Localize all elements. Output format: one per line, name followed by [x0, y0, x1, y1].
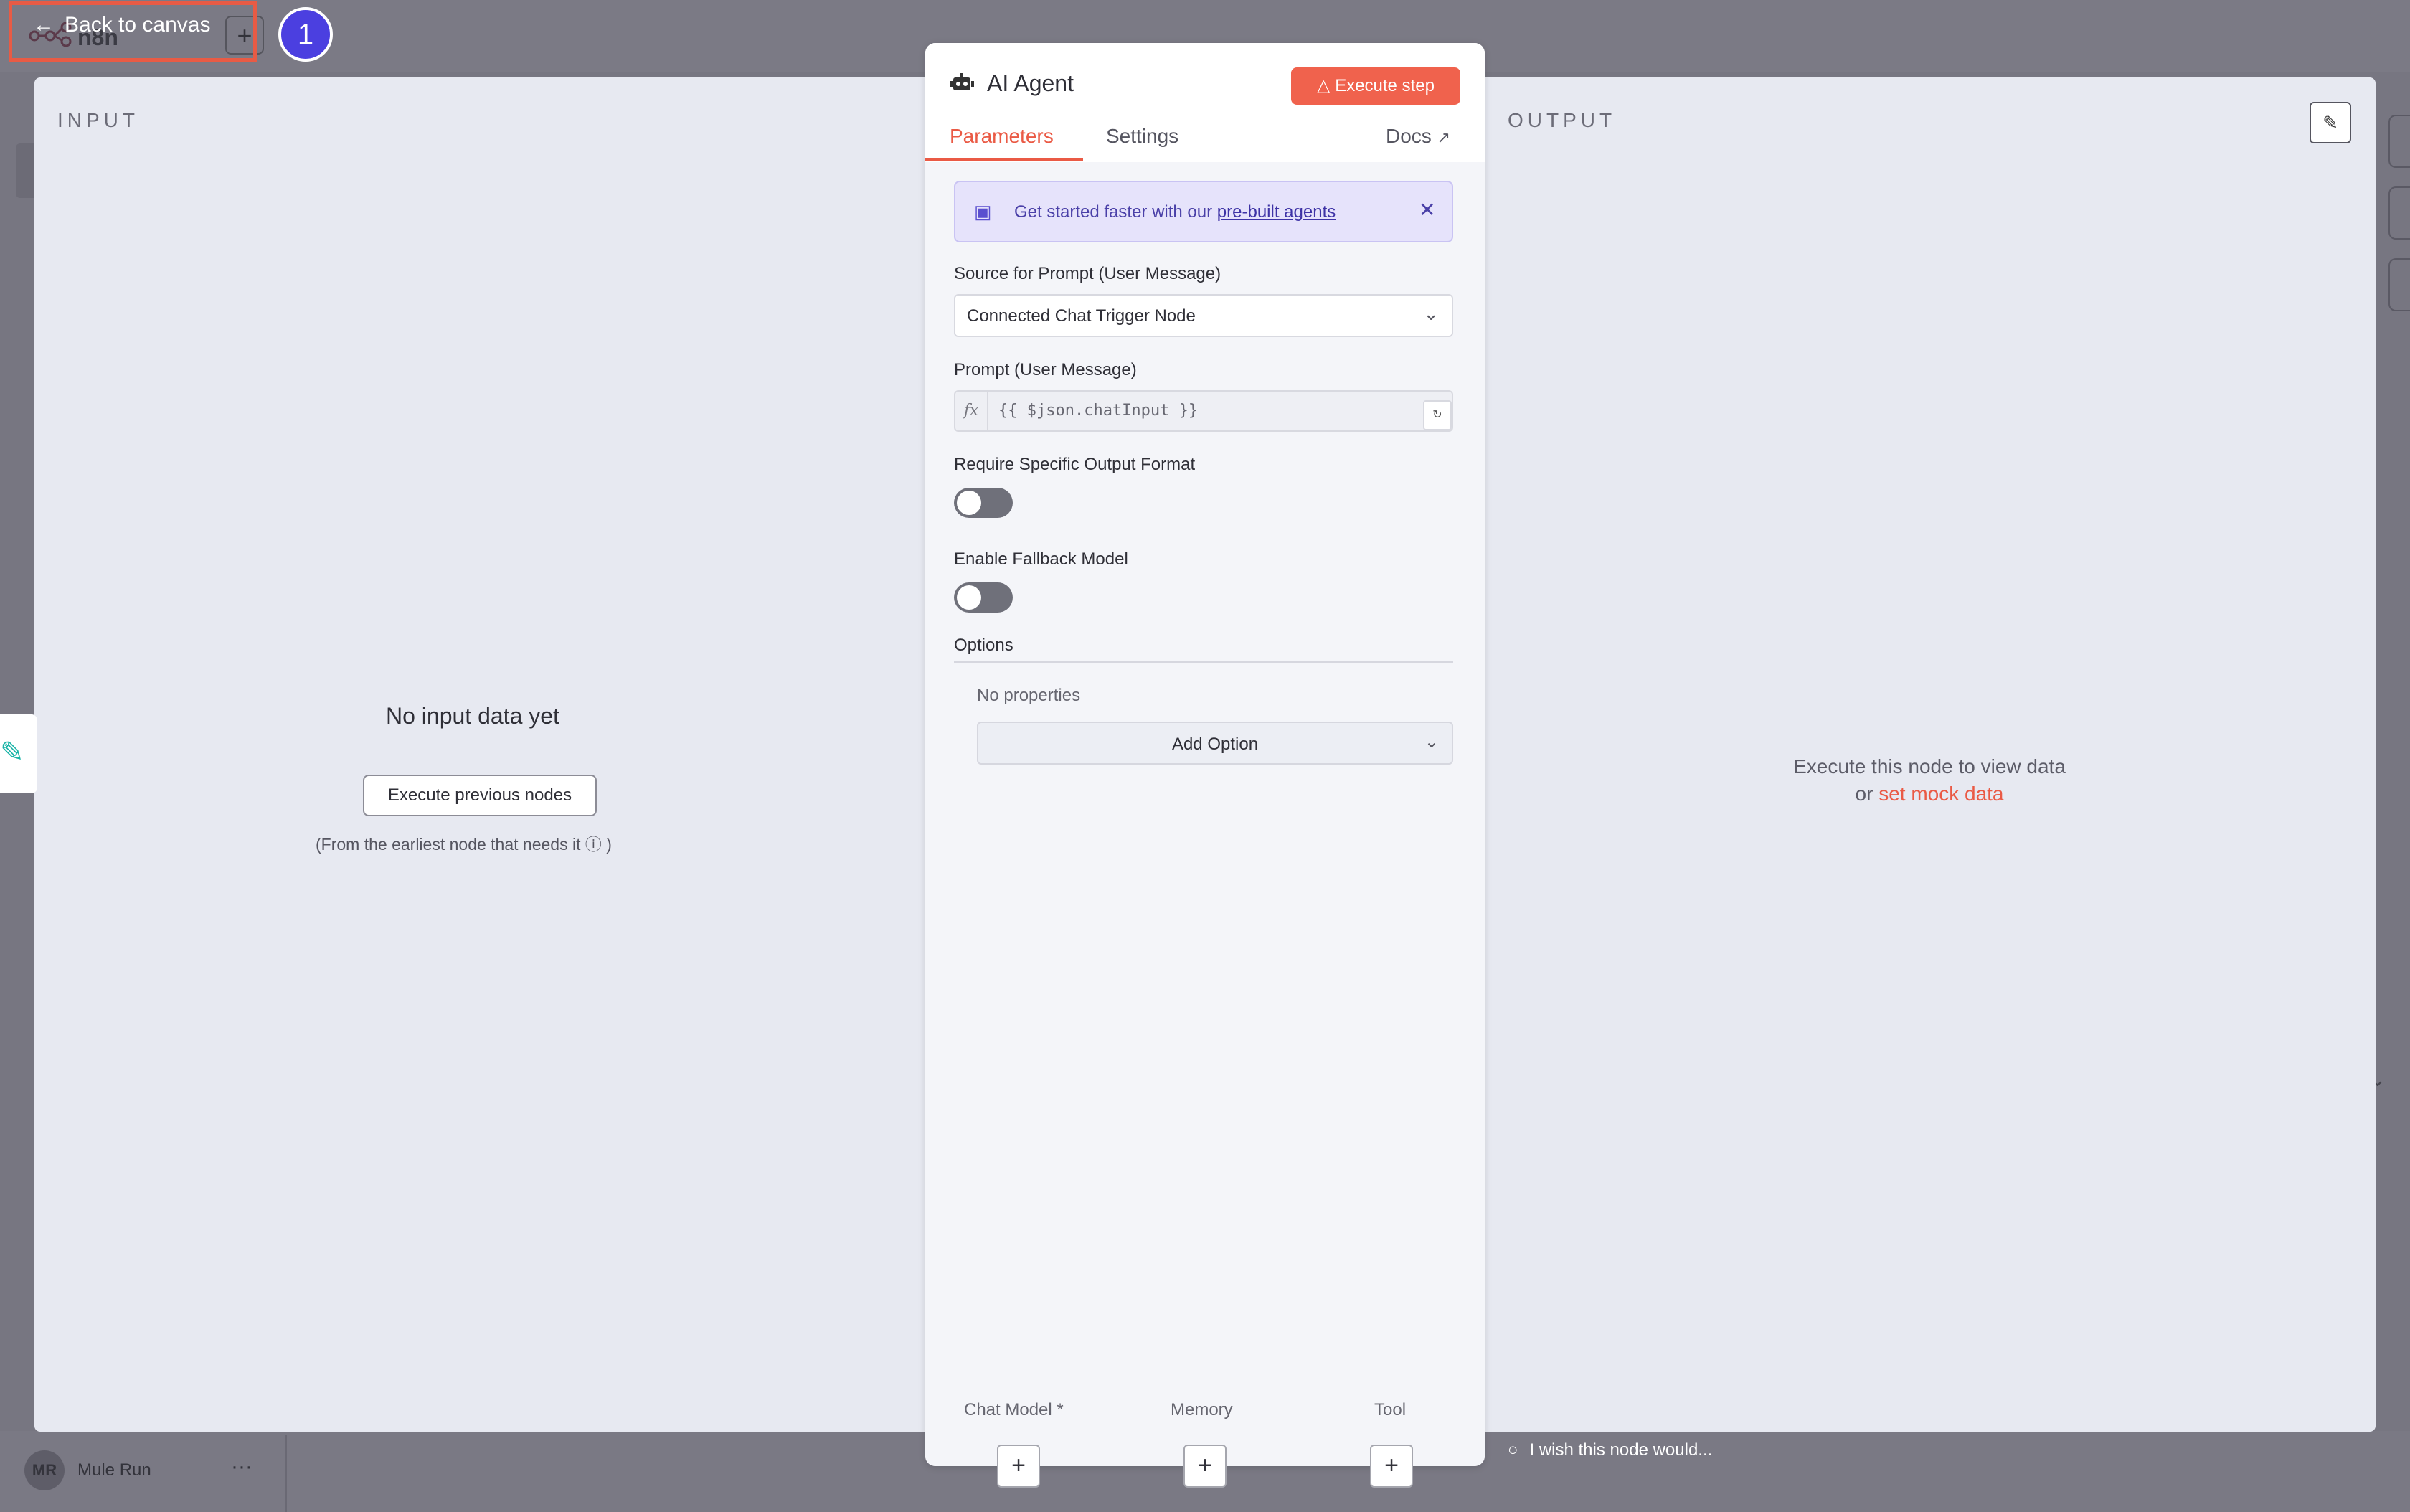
tab-parameters[interactable]: Parameters — [950, 125, 1054, 148]
toggle-knob — [957, 491, 981, 515]
toggle-knob — [957, 585, 981, 610]
background-side-button — [2388, 115, 2410, 168]
sidebar-divider — [285, 1435, 287, 1512]
highlight-box — [9, 1, 257, 62]
source-prompt-value: Connected Chat Trigger Node — [967, 306, 1196, 326]
execute-previous-nodes-button[interactable]: Execute previous nodes — [363, 775, 597, 816]
execute-step-button[interactable]: △ Execute step — [1291, 67, 1460, 105]
input-hint-close: ) — [606, 835, 612, 854]
prebuilt-agents-link[interactable]: pre-built agents — [1217, 202, 1336, 222]
options-divider — [954, 661, 1453, 663]
input-hint: (From the earliest node that needs it ⓘ … — [316, 831, 612, 855]
feedback-link[interactable]: ○ I wish this node would... — [1508, 1440, 1712, 1460]
no-input-heading: No input data yet — [386, 703, 559, 729]
tab-settings[interactable]: Settings — [1106, 125, 1178, 148]
node-body — [925, 162, 1485, 1466]
tool-label: Tool — [1374, 1400, 1407, 1419]
background-side-button — [2388, 186, 2410, 240]
help-icon[interactable]: ⓘ — [585, 835, 602, 854]
input-hint-text: (From the earliest node that needs it — [316, 835, 581, 854]
output-message-line-2: or set mock data — [1678, 780, 2180, 808]
docs-label: Docs — [1386, 125, 1432, 147]
prebuilt-agents-callout: ▣ Get started faster with our pre-built … — [954, 181, 1453, 242]
output-message-line: Execute this node to view data — [1793, 755, 2066, 778]
chevron-down-icon: ⌄ — [1423, 303, 1439, 324]
chevron-down-icon: ⌄ — [1424, 732, 1439, 752]
prompt-expression-input[interactable]: fx {{ $json.chatInput }} ↻ — [954, 390, 1453, 432]
node-header: AI Agent △ Execute step Parameters Setti… — [925, 43, 1485, 162]
edit-output-button[interactable]: ✎ — [2310, 102, 2351, 143]
callout-text: Get started faster with our pre-built ag… — [1014, 202, 1336, 222]
active-tab-indicator — [925, 158, 1083, 161]
callout-message: Get started faster with our — [1014, 202, 1213, 222]
lightbulb-icon: ○ — [1508, 1440, 1518, 1460]
execute-step-label: Execute step — [1335, 76, 1435, 95]
add-option-label: Add Option — [1171, 734, 1259, 754]
output-message-prefix: or — [1855, 783, 1873, 805]
chat-model-label: Chat Model * — [964, 1400, 1064, 1419]
close-icon[interactable]: ✕ — [1419, 198, 1435, 222]
robot-icon — [950, 72, 974, 100]
prompt-label: Prompt (User Message) — [954, 360, 1137, 379]
wrench-icon[interactable]: ✎ — [0, 736, 24, 769]
external-link-icon: ↗ — [1437, 128, 1451, 146]
add-tool-button[interactable]: + — [1370, 1445, 1413, 1488]
flask-icon: △ — [1317, 76, 1331, 95]
feedback-text: I wish this node would... — [1529, 1440, 1713, 1460]
output-format-label: Require Specific Output Format — [954, 455, 1196, 474]
step-badge: 1 — [278, 7, 333, 62]
options-label: Options — [954, 635, 1013, 655]
source-prompt-select[interactable]: Connected Chat Trigger Node ⌄ — [954, 294, 1453, 337]
fx-icon: fx — [955, 392, 988, 430]
node-title: AI Agent — [987, 70, 1074, 96]
output-panel-title: OUTPUT — [1508, 109, 1617, 131]
prompt-expression-value: {{ $json.chatInput }} — [998, 402, 1199, 420]
output-empty-message: Execute this node to view data or set mo… — [1678, 753, 2180, 808]
set-mock-data-link[interactable]: set mock data — [1879, 783, 2003, 805]
background-side-button — [2388, 258, 2410, 311]
fallback-model-toggle[interactable] — [954, 582, 1013, 613]
user-name: Mule Run — [77, 1460, 151, 1480]
no-properties-text: No properties — [977, 686, 1081, 705]
source-prompt-label: Source for Prompt (User Message) — [954, 264, 1221, 283]
add-option-button[interactable]: Add Option ⌄ — [977, 722, 1453, 765]
add-chat-model-button[interactable]: + — [997, 1445, 1040, 1488]
memory-label: Memory — [1171, 1400, 1233, 1419]
output-format-toggle[interactable] — [954, 488, 1013, 518]
input-panel-title: INPUT — [57, 109, 139, 131]
fallback-model-label: Enable Fallback Model — [954, 549, 1128, 569]
user-menu-icon[interactable]: ··· — [231, 1455, 252, 1479]
robot-icon: ▣ — [974, 201, 992, 222]
add-memory-button[interactable]: + — [1183, 1445, 1227, 1488]
expand-expression-icon[interactable]: ↻ — [1423, 400, 1452, 430]
avatar[interactable]: MR — [24, 1450, 65, 1490]
docs-link[interactable]: Docs ↗ — [1386, 125, 1450, 148]
node-parameters-panel: AI Agent △ Execute step Parameters Setti… — [925, 43, 1485, 1466]
